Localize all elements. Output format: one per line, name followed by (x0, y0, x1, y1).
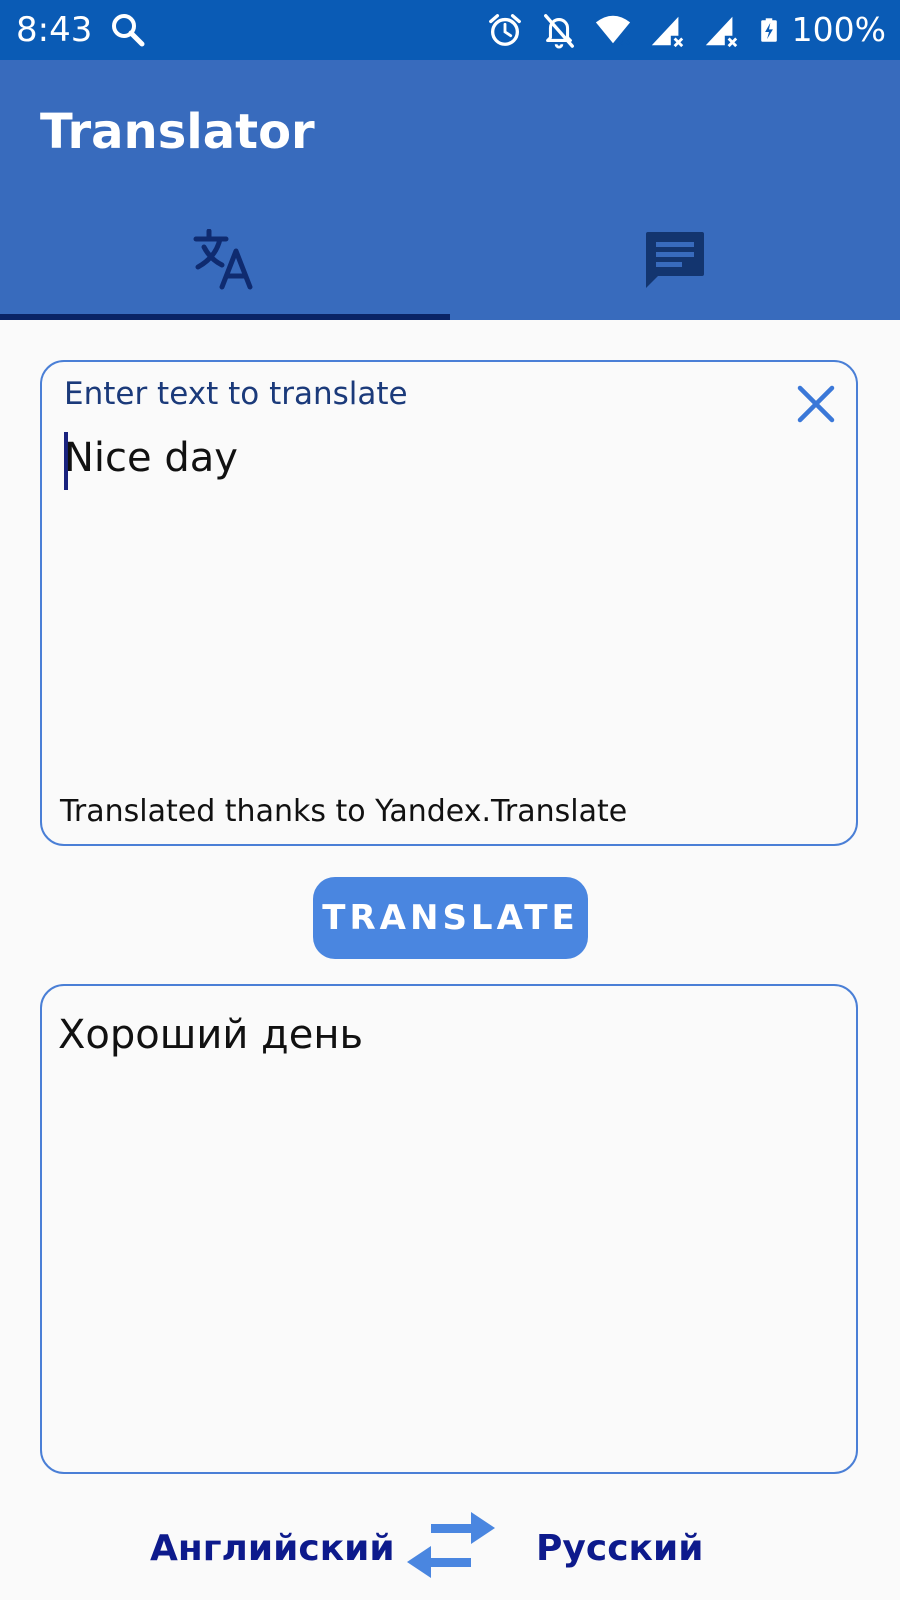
tab-translate[interactable] (0, 200, 450, 320)
signal-icon (651, 16, 683, 48)
translation-output: Хороший день (58, 1012, 364, 1058)
status-icons: 100% (486, 10, 886, 50)
translate-input[interactable]: Nice day (64, 428, 238, 488)
target-language[interactable]: Русский (536, 1528, 703, 1569)
notifications-off-icon (543, 14, 574, 49)
search-icon (112, 14, 145, 47)
source-language[interactable]: Английский (150, 1528, 395, 1569)
translate-button[interactable]: TRANSLATE (313, 877, 588, 959)
tab-indicator (0, 314, 450, 320)
wifi-icon (595, 15, 630, 46)
translate-icon (193, 229, 253, 290)
tab-chat[interactable] (450, 200, 900, 320)
status-time: 8:43 (16, 10, 93, 50)
status-bar: 8:43 100% (0, 0, 900, 60)
input-label: Enter text to translate (64, 376, 408, 412)
output-card: Хороший день (40, 984, 858, 1474)
chat-icon (646, 232, 704, 288)
signal-icon (705, 16, 737, 48)
close-icon[interactable] (794, 382, 838, 426)
input-card: Enter text to translate Nice day Transla… (40, 360, 858, 846)
language-bar: Английский Русский (0, 1500, 900, 1600)
battery-percent: 100% (791, 10, 886, 49)
battery-charging-icon (760, 18, 777, 42)
swap-languages-icon[interactable] (405, 1512, 497, 1582)
alarm-icon (488, 14, 521, 46)
page-title: Translator (40, 104, 315, 160)
yandex-credit: Translated thanks to Yandex.Translate (60, 794, 628, 829)
